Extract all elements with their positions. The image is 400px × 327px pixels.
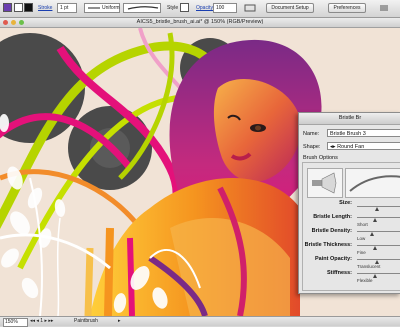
document-setup-button[interactable]: Document Setup (266, 3, 314, 13)
brush-definition-dropdown[interactable] (123, 3, 161, 13)
slider-thumb[interactable] (372, 274, 377, 278)
opacity-field[interactable]: 100 (213, 3, 237, 13)
brush-options-heading: Brush Options (303, 155, 338, 161)
slider-label: Paint Opacity: (315, 256, 352, 262)
brush-name-input[interactable]: Bristle Brush 3 (327, 129, 400, 137)
workspace-menu-icon[interactable] (378, 3, 390, 13)
document-title: AICS5_bristle_brush_ai.ai* @ 150% (RGB/P… (136, 19, 264, 25)
shape-label: Shape: (303, 144, 321, 150)
variable-width-label: Uniform (102, 5, 120, 11)
slider-track[interactable] (357, 217, 400, 218)
style-label: Style (167, 5, 179, 11)
slider-label: Size: (339, 200, 352, 206)
align-icon[interactable] (244, 3, 256, 13)
shape-dropdown[interactable]: ◂▸ Round Fan (327, 142, 400, 150)
slider-stiffness[interactable]: Stiffness: Flexible (299, 269, 400, 283)
stroke-preview (345, 168, 400, 198)
slider-bristle-length[interactable]: Bristle Length: Short (299, 213, 400, 227)
shape-value: Round Fan (337, 144, 365, 150)
preferences-button[interactable]: Preferences (328, 3, 366, 13)
slider-track[interactable] (357, 245, 400, 246)
zoom-field[interactable]: 150% (3, 318, 28, 327)
style-swatch[interactable] (180, 3, 189, 12)
close-icon[interactable] (3, 20, 8, 25)
slider-track[interactable] (357, 231, 400, 232)
slider-thumb[interactable] (370, 232, 375, 236)
stroke-swatch[interactable] (24, 3, 33, 12)
slider-hint: Flexible (357, 278, 373, 283)
control-bar: Stroke 1 pt Uniform Style Opacity 100 Do… (0, 0, 400, 18)
slider-label: Stiffness: (326, 270, 352, 276)
slider-label: Bristle Thickness: (304, 242, 352, 248)
minimize-icon[interactable] (11, 20, 16, 25)
shape-arrows-icon: ◂▸ (330, 144, 338, 150)
opacity-label[interactable]: Opacity (196, 3, 213, 13)
zoom-icon[interactable] (19, 20, 24, 25)
width-profile-icon (88, 7, 100, 9)
slider-paint-opacity[interactable]: Paint Opacity: Translucent (299, 255, 400, 269)
slider-size[interactable]: Size: (299, 199, 400, 213)
variable-width-dropdown[interactable]: Uniform (84, 3, 120, 13)
slider-track[interactable] (357, 273, 400, 274)
brush-tip-preview (307, 168, 343, 198)
slider-label: Bristle Length: (313, 214, 352, 220)
fill-swatch[interactable] (3, 3, 12, 12)
name-label: Name: (303, 131, 320, 137)
brush-stroke-icon (127, 6, 159, 10)
dialog-title: Bristle Br (299, 113, 400, 125)
slider-thumb[interactable] (374, 207, 379, 211)
round-fan-brush-icon (312, 172, 337, 194)
slider-thumb[interactable] (372, 246, 377, 250)
slider-label: Bristle Density: (311, 228, 352, 234)
document-title-bar: AICS5_bristle_brush_ai.ai* @ 150% (RGB/P… (0, 18, 400, 28)
stroke-weight-field[interactable]: 1 pt (57, 3, 77, 13)
slider-bristle-density[interactable]: Bristle Density: Low (299, 227, 400, 241)
stroke-preview-icon (349, 175, 400, 192)
slider-thumb[interactable] (372, 218, 377, 222)
bristle-brush-options-dialog: Bristle Br Name: Bristle Brush 3 Shape: … (298, 112, 400, 294)
fill-dropdown-icon[interactable] (14, 3, 23, 12)
slider-bristle-thickness[interactable]: Bristle Thickness: Fine (299, 241, 400, 255)
stroke-label[interactable]: Stroke (38, 3, 52, 13)
